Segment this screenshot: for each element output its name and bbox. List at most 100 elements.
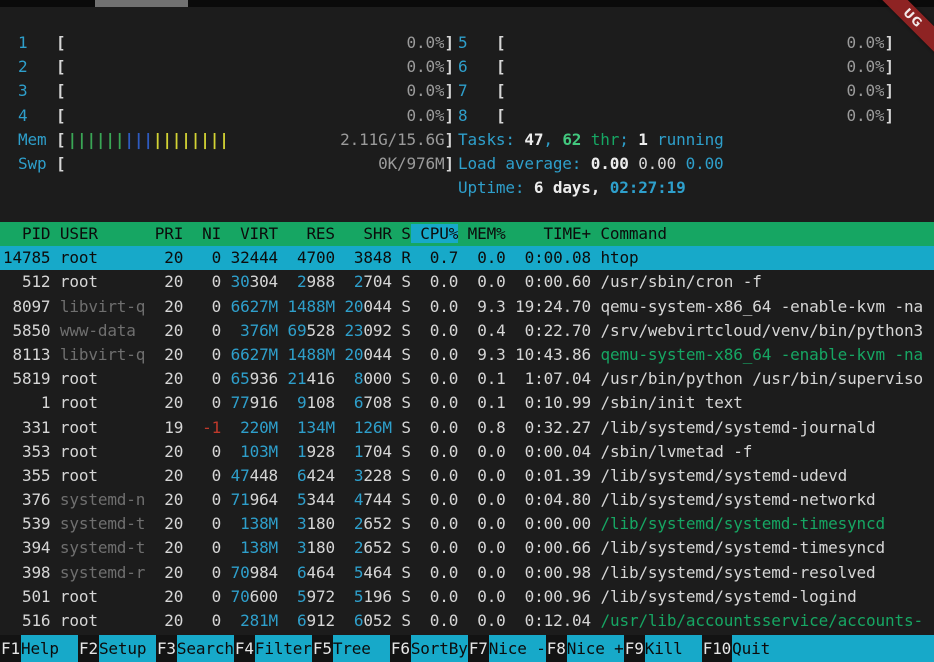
meter-value: 0.0% (847, 81, 885, 100)
mem-value-cell: 126M (344, 418, 391, 437)
fn-button-help[interactable]: Help (21, 635, 78, 662)
user-cell: systemd-r (60, 563, 155, 582)
process-row[interactable]: 353 root 20 0 103M 1928 1704 S 0.0 0.0 0… (0, 440, 934, 464)
ni-cell: 0 (193, 563, 231, 582)
process-row[interactable]: 5819 root 20 0 65936 21416 8000 S 0.0 0.… (0, 367, 934, 391)
meter-bar: 0.0% (505, 31, 884, 55)
time-cell: 0:00.04 (515, 442, 600, 461)
meter-line: 7[0.0%] (458, 79, 894, 103)
meter-bracket-open: [ (56, 128, 65, 152)
meter-label: 1 (18, 31, 56, 55)
process-row[interactable]: 1 root 20 0 77916 9108 6708 S 0.0 0.1 0:… (0, 391, 934, 415)
table-header-right[interactable]: MEM% TIME+ Command (458, 224, 667, 243)
ni-cell: 0 (193, 514, 231, 533)
command-cell: /lib/systemd/systemd-timesyncd (601, 514, 886, 533)
user-cell: root (60, 248, 155, 267)
process-row[interactable]: 8113 libvirt-q 20 0 6627M 1488M 20044 S … (0, 343, 934, 367)
mem-pct-cell: 9.3 (468, 297, 515, 316)
fn-key-f2: F2 (78, 635, 99, 662)
ni-cell: 0 (193, 587, 231, 606)
process-row[interactable]: 512 root 20 0 30304 2988 2704 S 0.0 0.0 … (0, 270, 934, 294)
fn-button-quit[interactable]: Quit (732, 635, 934, 662)
cpu-cell: 0.0 (420, 442, 467, 461)
process-row[interactable]: 516 root 20 0 281M 6912 6052 S 0.0 0.0 0… (0, 609, 934, 633)
mem-pct-cell: 0.0 (468, 514, 515, 533)
process-row[interactable]: 376 systemd-n 20 0 71964 5344 4744 S 0.0… (0, 488, 934, 512)
process-row[interactable]: 8097 libvirt-q 20 0 6627M 1488M 20044 S … (0, 295, 934, 319)
mem-value-cell: 9108 (288, 393, 335, 412)
user-cell: root (60, 393, 155, 412)
mem-value-cell: 6627M (231, 345, 278, 364)
cpu-cell: 0.0 (420, 538, 467, 557)
fn-button-filter[interactable]: Filter (255, 635, 312, 662)
mem-value-cell: 70600 (231, 587, 278, 606)
fn-button-setup[interactable]: Setup (99, 635, 156, 662)
time-cell: 0:00.60 (515, 272, 600, 291)
time-cell: 0:10.99 (515, 393, 600, 412)
pri-cell: 20 (155, 393, 193, 412)
meter-bar: 0.0% (505, 104, 884, 128)
process-row[interactable]: 14785 root 20 0 32444 4700 3848 R 0.7 0.… (0, 246, 934, 270)
pri-cell: 20 (155, 297, 193, 316)
state-cell: S (401, 466, 420, 485)
mem-pct-cell: 0.0 (468, 611, 515, 630)
command-cell: /srv/webvirtcloud/venv/bin/python3 (601, 321, 923, 340)
time-cell: 0:32.27 (515, 418, 600, 437)
meter-bracket-open: [ (496, 79, 505, 103)
time-cell: 0:22.70 (515, 321, 600, 340)
fn-button-nice-[interactable]: Nice - (489, 635, 546, 662)
meter-label: 3 (18, 79, 56, 103)
fn-key-f7: F7 (468, 635, 489, 662)
mem-pct-cell: 0.0 (468, 587, 515, 606)
process-row[interactable]: 394 systemd-t 20 0 138M 3180 2652 S 0.0 … (0, 536, 934, 560)
user-cell: root (60, 611, 155, 630)
sort-column-header-cpu[interactable]: CPU% (411, 224, 458, 243)
meter-bracket-open: [ (56, 152, 65, 176)
state-cell: S (401, 514, 420, 533)
mem-pct-cell: 0.8 (468, 418, 515, 437)
fn-button-nice-[interactable]: Nice + (567, 635, 624, 662)
cpu-cell: 0.0 (420, 393, 467, 412)
process-row[interactable]: 398 systemd-r 20 0 70984 6464 5464 S 0.0… (0, 561, 934, 585)
pri-cell: 20 (155, 466, 193, 485)
meter-bracket-open: [ (56, 104, 65, 128)
fn-button-tree[interactable]: Tree (333, 635, 390, 662)
mem-value-cell: 3228 (344, 466, 391, 485)
process-row[interactable]: 539 systemd-t 20 0 138M 3180 2652 S 0.0 … (0, 512, 934, 536)
meter-bracket-close: ] (884, 55, 893, 79)
pid-cell: 5850 (3, 321, 60, 340)
meter-bracket-open: [ (56, 79, 65, 103)
process-row[interactable]: 355 root 20 0 47448 6424 3228 S 0.0 0.0 … (0, 464, 934, 488)
mem-value-cell: 134M (288, 418, 335, 437)
meter-line: 6[0.0%] (458, 55, 894, 79)
meter-line: 4[0.0%] (18, 104, 454, 128)
time-cell: 0:00.08 (515, 248, 600, 267)
fn-button-kill[interactable]: Kill (645, 635, 702, 662)
process-row[interactable]: 331 root 19 -1 220M 134M 126M S 0.0 0.8 … (0, 416, 934, 440)
command-cell: /lib/systemd/systemd-logind (601, 587, 857, 606)
mem-value-cell: 21416 (288, 369, 335, 388)
table-header-left[interactable]: PID USER PRI NI VIRT RES SHR S (3, 224, 411, 243)
process-row[interactable]: 501 root 20 0 70600 5972 5196 S 0.0 0.0 … (0, 585, 934, 609)
mem-bar-blue: ||| (124, 130, 152, 149)
process-row[interactable]: 5850 www-data 20 0 376M 69528 23092 S 0.… (0, 319, 934, 343)
fn-button-search[interactable]: Search (177, 635, 234, 662)
window-drag-handle[interactable] (95, 0, 188, 7)
state-cell: S (401, 321, 420, 340)
ni-cell: 0 (193, 538, 231, 557)
meter-bar: 0.0% (505, 55, 884, 79)
ni-cell: 0 (193, 248, 231, 267)
time-cell: 19:24.70 (515, 297, 600, 316)
meter-value: 0.0% (407, 81, 445, 100)
meter-bar: 0.0% (65, 55, 444, 79)
ni-cell: 0 (193, 466, 231, 485)
pid-cell: 512 (3, 272, 60, 291)
command-cell: qemu-system-x86_64 -enable-kvm -na (601, 345, 923, 364)
user-cell: root (60, 369, 155, 388)
user-cell: root (60, 466, 155, 485)
htop-terminal: UG 1[0.0%]2[0.0%]3[0.0%]4[0.0%]Mem[|||||… (0, 0, 934, 662)
fn-button-sortby[interactable]: SortBy (411, 635, 468, 662)
meter-bracket-close: ] (444, 104, 453, 128)
ni-cell: 0 (193, 297, 231, 316)
load-average-line: Load average: 0.00 0.00 0.00 (458, 152, 894, 176)
